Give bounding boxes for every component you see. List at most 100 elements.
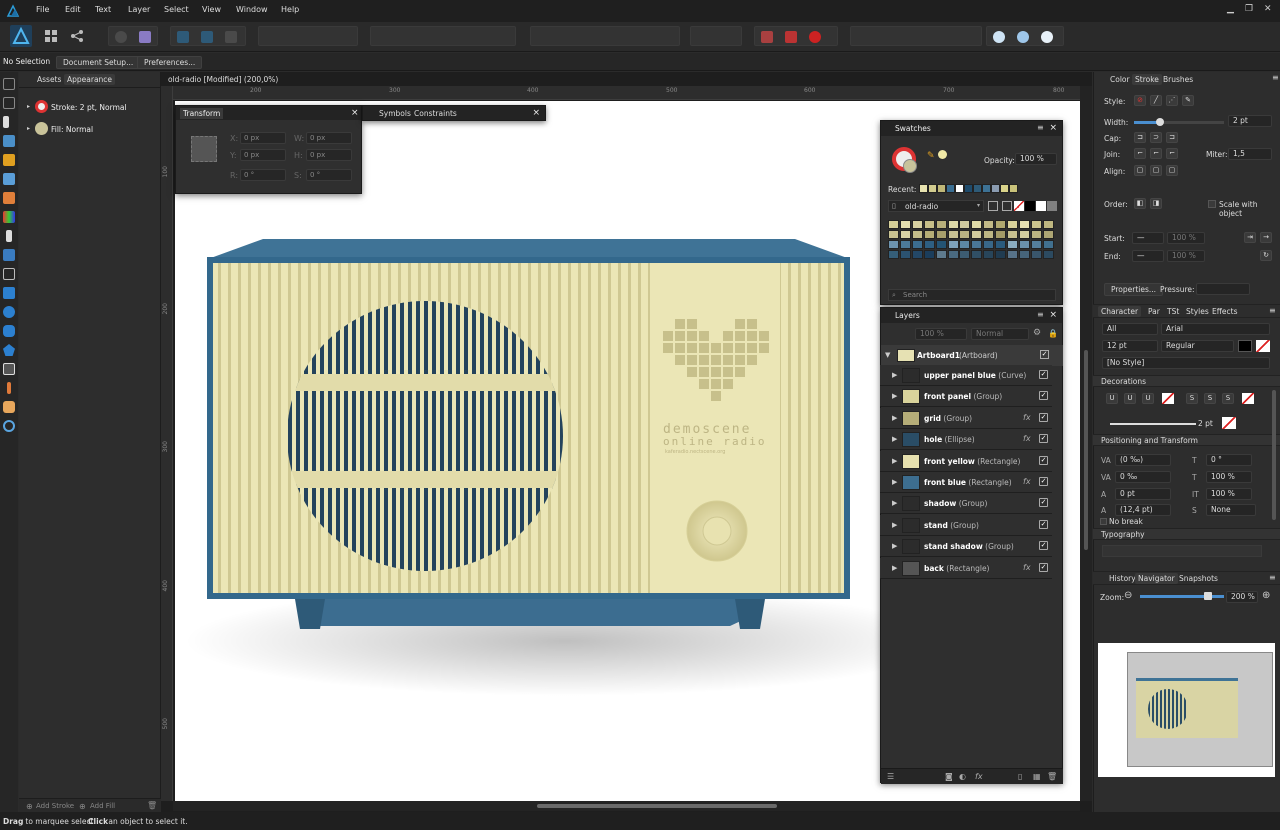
miter-field[interactable]: 1,5 <box>1228 148 1272 160</box>
typography-options[interactable] <box>1102 545 1262 557</box>
swatch-grid[interactable] <box>888 220 1058 260</box>
align-outside-icon[interactable]: ▢ <box>1166 165 1178 176</box>
panel-menu-icon[interactable]: ≡ <box>1272 73 1279 82</box>
tab-effects[interactable]: Effects <box>1212 307 1238 316</box>
layer-row[interactable]: ▶ upper panel blue (Curve) ✓ <box>880 365 1052 386</box>
layers-stack-icon[interactable]: ☰ <box>887 772 894 781</box>
stroke-front-icon[interactable]: ◨ <box>1150 198 1162 209</box>
swatch[interactable] <box>983 220 995 229</box>
document-setup-button[interactable]: Document Setup... <box>56 56 141 69</box>
swatch[interactable] <box>911 220 923 229</box>
add-fill-button[interactable]: Add Fill <box>90 802 115 810</box>
visibility-checkbox[interactable]: ✓ <box>1039 477 1048 486</box>
text-tool-icon[interactable] <box>3 363 15 375</box>
recent-swatch[interactable] <box>1000 184 1009 193</box>
select-frame-icon[interactable] <box>177 31 189 43</box>
swatch[interactable] <box>911 230 923 239</box>
tab-constraints[interactable]: Constraints <box>414 109 457 118</box>
double-underline-icon[interactable]: U <box>1124 393 1136 404</box>
swatch[interactable] <box>995 240 1007 249</box>
expand-arrow-icon[interactable]: ▶ <box>892 457 897 465</box>
tab-swatches[interactable]: Swatches <box>895 124 931 133</box>
double-strike-icon[interactable]: S <box>1204 393 1216 404</box>
blend-mode[interactable]: Normal <box>971 328 1029 340</box>
visibility-checkbox[interactable]: ✓ <box>1039 391 1048 401</box>
panel-menu-icon[interactable]: ≡ <box>1269 573 1276 582</box>
swatch[interactable] <box>947 250 959 259</box>
solid-line-icon[interactable]: ╱ <box>1150 95 1162 106</box>
hscale-field[interactable]: 100 % <box>1206 471 1252 483</box>
swatch[interactable] <box>899 220 911 229</box>
zoom-tool-icon[interactable] <box>3 420 15 432</box>
swatch[interactable] <box>983 250 995 259</box>
swatch[interactable] <box>899 240 911 249</box>
y-field[interactable]: 0 px <box>240 149 286 161</box>
black-swatch[interactable] <box>1025 201 1035 211</box>
expand-arrow-icon[interactable]: ▶ <box>892 478 897 486</box>
expand-arrow-icon[interactable]: ▶ <box>892 414 897 422</box>
visibility-checkbox[interactable]: ✓ <box>1039 370 1048 379</box>
round-cap-icon[interactable]: ⊃ <box>1150 132 1162 143</box>
menu-edit[interactable]: Edit <box>65 5 81 14</box>
swatch[interactable] <box>971 250 983 259</box>
menu-layer[interactable]: Layer <box>128 5 150 14</box>
start-scale[interactable]: 100 % <box>1167 232 1205 244</box>
swatch[interactable] <box>959 240 971 249</box>
recent-swatch[interactable] <box>946 184 955 193</box>
add-stroke-button[interactable]: Add Stroke <box>36 802 74 810</box>
layer-row[interactable]: ▶ grid (Group) fx ✓ <box>880 407 1052 429</box>
ellipse-tool-icon[interactable] <box>3 306 15 318</box>
tab-text-styles[interactable]: TSt <box>1167 307 1179 316</box>
rotation-field[interactable]: 0 ° <box>240 169 286 181</box>
layer-row[interactable]: ▶ hole (Ellipse) fx ✓ <box>880 429 1052 451</box>
swatch[interactable] <box>1030 240 1042 249</box>
swatch[interactable] <box>983 240 995 249</box>
zoom-slider[interactable] <box>1140 592 1224 600</box>
butt-cap-icon[interactable]: ⊐ <box>1134 132 1146 143</box>
white-swatch[interactable] <box>1036 201 1046 211</box>
tab-character[interactable]: Character <box>1098 306 1142 317</box>
swatch[interactable] <box>935 250 947 259</box>
tab-brushes[interactable]: Brushes <box>1163 75 1193 84</box>
swatch[interactable] <box>935 240 947 249</box>
arrow-swap-icon[interactable]: ⇥ <box>1244 232 1256 243</box>
tab-appearance[interactable]: Appearance <box>64 74 116 85</box>
strike-icon[interactable]: S <box>1186 393 1198 404</box>
expand-arrow-icon[interactable]: ▶ <box>892 435 897 443</box>
swatch[interactable] <box>947 220 959 229</box>
swatch[interactable] <box>899 250 911 259</box>
tab-snapshots[interactable]: Snapshots <box>1179 574 1218 583</box>
effects-icon[interactable]: fx <box>975 772 983 781</box>
dashed-line-icon[interactable]: ⋰ <box>1166 95 1178 106</box>
swatch[interactable] <box>1018 230 1030 239</box>
gray-swatch[interactable] <box>1047 201 1057 211</box>
add-icon[interactable] <box>993 31 1005 43</box>
round-join-icon[interactable]: ⌐ <box>1150 148 1162 159</box>
swatch[interactable] <box>947 230 959 239</box>
visibility-checkbox[interactable]: ✓ <box>1039 455 1048 465</box>
restore-icon[interactable]: ❐ <box>1245 4 1253 14</box>
font-weight-select[interactable]: Regular <box>1161 340 1234 352</box>
minimize-icon[interactable]: ▁ <box>1227 4 1234 14</box>
expand-arrow-icon[interactable]: ▶ <box>892 564 897 572</box>
text-scope-select[interactable]: All <box>1102 323 1158 335</box>
swatch[interactable] <box>911 240 923 249</box>
strike-alt-icon[interactable]: S <box>1222 393 1234 404</box>
swatch[interactable] <box>1018 220 1030 229</box>
stroke-swatch-icon[interactable] <box>35 100 48 113</box>
group-icon[interactable]: ▦ <box>1033 772 1041 781</box>
swatch[interactable] <box>983 230 995 239</box>
start-arrowhead[interactable]: — <box>1132 232 1164 244</box>
fill-color-icon[interactable] <box>903 159 917 173</box>
tracking-field[interactable]: 0 ‰ <box>1115 471 1171 483</box>
properties-button[interactable]: Properties... <box>1104 283 1164 296</box>
tab-color[interactable]: Color <box>1110 75 1130 84</box>
align-inside-icon[interactable]: ▢ <box>1150 165 1162 176</box>
palette-select[interactable]: ▯ old-radio ▾ <box>888 200 984 212</box>
swatch[interactable] <box>923 230 935 239</box>
tab-transform[interactable]: Transform <box>180 108 224 119</box>
close-window-icon[interactable]: ✕ <box>1264 4 1272 14</box>
recent-swatch[interactable] <box>919 184 928 193</box>
navigator-preview[interactable] <box>1098 643 1275 777</box>
font-family-select[interactable]: Arial <box>1161 323 1270 335</box>
